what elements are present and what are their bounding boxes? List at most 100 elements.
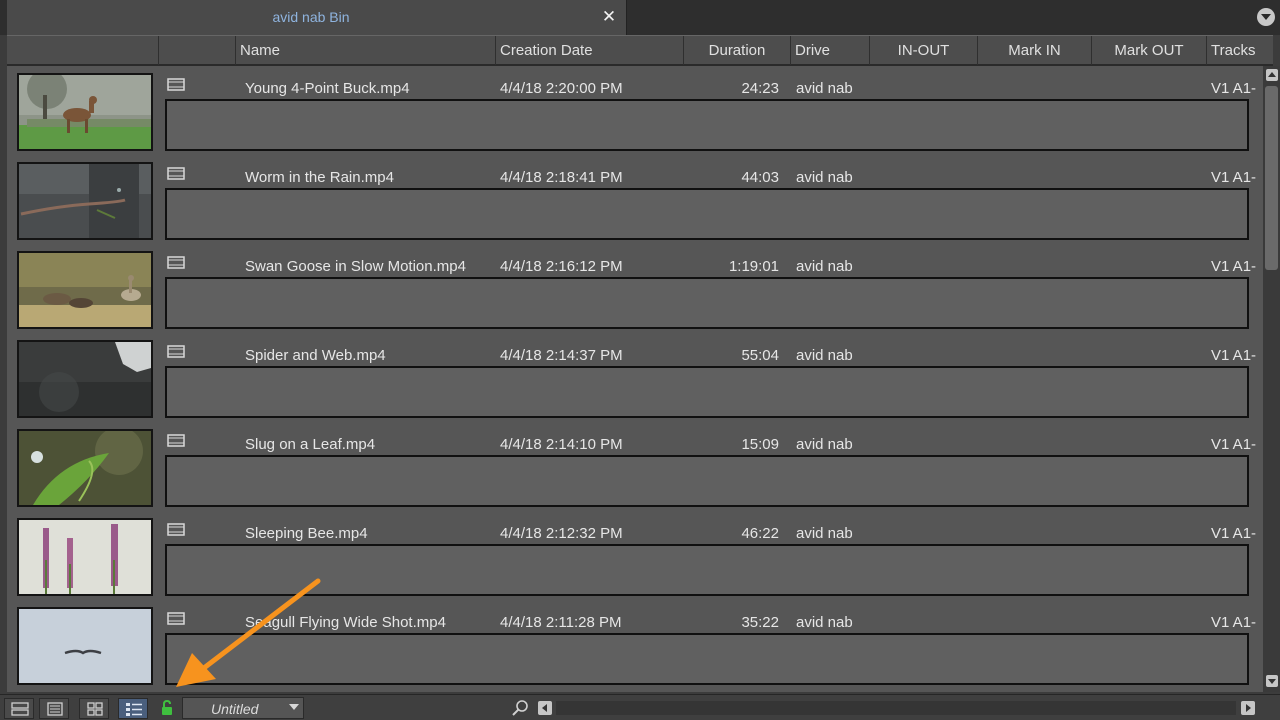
script-view-button[interactable] bbox=[118, 698, 148, 719]
clip-creation-date: 4/4/18 2:20:00 PM bbox=[500, 80, 623, 97]
bin-view-name: Untitled bbox=[211, 701, 259, 717]
clip-creation-date: 4/4/18 2:11:28 PM bbox=[500, 614, 622, 631]
scroll-left-icon[interactable] bbox=[538, 701, 552, 715]
clip-row[interactable]: Spider and Web.mp4 4/4/18 2:14:37 PM 55:… bbox=[7, 333, 1263, 421]
bin-tab[interactable]: avid nab Bin ✕ bbox=[7, 0, 627, 35]
clip-thumbnail-spider[interactable] bbox=[17, 340, 153, 418]
clip-name[interactable]: Worm in the Rain.mp4 bbox=[245, 169, 394, 186]
scrollbar-thumb[interactable] bbox=[1265, 86, 1278, 270]
clip-creation-date: 4/4/18 2:14:37 PM bbox=[500, 347, 623, 364]
header-thumbnail[interactable] bbox=[7, 36, 159, 65]
clip-thumbnail-leaf[interactable] bbox=[17, 429, 153, 507]
bin-view-dropdown[interactable]: Untitled bbox=[182, 697, 304, 719]
clip-drive: avid nab bbox=[796, 525, 853, 542]
clip-tracks: V1 A1- bbox=[1211, 436, 1257, 453]
scroll-right-icon[interactable] bbox=[1241, 701, 1255, 715]
film-clip-icon bbox=[167, 78, 185, 91]
header-name[interactable]: Name bbox=[236, 36, 496, 65]
clip-script-area[interactable] bbox=[165, 99, 1249, 151]
header-drive[interactable]: Drive bbox=[791, 36, 870, 65]
title-bar: avid nab Bin ✕ bbox=[0, 0, 1280, 35]
header-creation-date[interactable]: Creation Date bbox=[496, 36, 684, 65]
clip-row[interactable]: Seagull Flying Wide Shot.mp4 4/4/18 2:11… bbox=[7, 600, 1263, 688]
close-icon[interactable]: ✕ bbox=[599, 6, 619, 28]
clip-row[interactable]: Slug on a Leaf.mp4 4/4/18 2:14:10 PM 15:… bbox=[7, 422, 1263, 510]
clip-name[interactable]: Sleeping Bee.mp4 bbox=[245, 525, 368, 542]
brief-view-icon bbox=[11, 702, 29, 716]
clip-row[interactable]: Young 4-Point Buck.mp4 4/4/18 2:20:00 PM… bbox=[7, 66, 1263, 154]
clip-tracks: V1 A1- bbox=[1211, 80, 1257, 97]
vertical-scrollbar[interactable] bbox=[1263, 66, 1280, 692]
scroll-down-icon[interactable] bbox=[1266, 675, 1278, 687]
clip-tracks: V1 A1- bbox=[1211, 169, 1257, 186]
film-clip-icon bbox=[167, 256, 185, 269]
clip-duration: 46:22 bbox=[741, 525, 779, 542]
film-clip-icon bbox=[167, 434, 185, 447]
clip-tracks: V1 A1- bbox=[1211, 258, 1257, 275]
clip-name[interactable]: Seagull Flying Wide Shot.mp4 bbox=[245, 614, 446, 631]
clip-creation-date: 4/4/18 2:18:41 PM bbox=[500, 169, 623, 186]
clip-tracks: V1 A1- bbox=[1211, 347, 1257, 364]
script-view-icon bbox=[126, 703, 142, 716]
column-header-row: Name Creation Date Duration Drive IN-OUT… bbox=[7, 35, 1273, 66]
header-icon[interactable] bbox=[159, 36, 236, 65]
clip-tracks: V1 A1- bbox=[1211, 614, 1257, 631]
film-clip-icon bbox=[167, 167, 185, 180]
bin-bottom-bar: Untitled bbox=[0, 694, 1280, 720]
clip-creation-date: 4/4/18 2:16:12 PM bbox=[500, 258, 623, 275]
clip-drive: avid nab bbox=[796, 614, 853, 631]
bin-content: Young 4-Point Buck.mp4 4/4/18 2:20:00 PM… bbox=[7, 66, 1263, 692]
clip-name[interactable]: Swan Goose in Slow Motion.mp4 bbox=[245, 258, 466, 275]
scroll-up-icon[interactable] bbox=[1266, 69, 1278, 81]
clip-thumbnail-geese[interactable] bbox=[17, 251, 153, 329]
clip-duration: 44:03 bbox=[741, 169, 779, 186]
text-view-icon bbox=[47, 702, 63, 716]
clip-script-area[interactable] bbox=[165, 277, 1249, 329]
film-clip-icon bbox=[167, 612, 185, 625]
clip-thumbnail-deer[interactable] bbox=[17, 73, 153, 151]
clip-row[interactable]: Worm in the Rain.mp4 4/4/18 2:18:41 PM 4… bbox=[7, 155, 1263, 243]
text-view-button[interactable] bbox=[39, 698, 69, 719]
clip-drive: avid nab bbox=[796, 436, 853, 453]
clip-duration: 35:22 bbox=[741, 614, 779, 631]
clip-thumbnail-flowers[interactable] bbox=[17, 518, 153, 596]
film-clip-icon bbox=[167, 345, 185, 358]
clip-duration: 24:23 bbox=[741, 80, 779, 97]
chevron-down-icon[interactable] bbox=[1257, 8, 1275, 26]
clip-script-area[interactable] bbox=[165, 633, 1249, 685]
clip-name[interactable]: Young 4-Point Buck.mp4 bbox=[245, 80, 410, 97]
chevron-down-icon bbox=[289, 704, 299, 710]
search-icon[interactable] bbox=[511, 699, 529, 717]
frame-view-button[interactable] bbox=[79, 698, 109, 719]
header-in-out[interactable]: IN-OUT bbox=[870, 36, 978, 65]
bin-tab-title: avid nab Bin bbox=[272, 9, 350, 25]
clip-script-area[interactable] bbox=[165, 366, 1249, 418]
frame-view-icon bbox=[87, 702, 103, 716]
header-duration[interactable]: Duration bbox=[684, 36, 791, 65]
clip-row[interactable]: Sleeping Bee.mp4 4/4/18 2:12:32 PM 46:22… bbox=[7, 511, 1263, 599]
brief-view-button[interactable] bbox=[4, 698, 34, 719]
clip-duration: 15:09 bbox=[741, 436, 779, 453]
horizontal-scrollbar[interactable] bbox=[556, 701, 1236, 715]
clip-drive: avid nab bbox=[796, 80, 853, 97]
clip-name[interactable]: Slug on a Leaf.mp4 bbox=[245, 436, 375, 453]
lock-icon[interactable] bbox=[160, 700, 174, 716]
clip-script-area[interactable] bbox=[165, 188, 1249, 240]
clip-duration: 1:19:01 bbox=[728, 258, 779, 275]
clip-script-area[interactable] bbox=[165, 544, 1249, 596]
clip-drive: avid nab bbox=[796, 347, 853, 364]
film-clip-icon bbox=[167, 523, 185, 536]
clip-row[interactable]: Swan Goose in Slow Motion.mp4 4/4/18 2:1… bbox=[7, 244, 1263, 332]
clip-name[interactable]: Spider and Web.mp4 bbox=[245, 347, 386, 364]
clip-creation-date: 4/4/18 2:14:10 PM bbox=[500, 436, 623, 453]
clip-creation-date: 4/4/18 2:12:32 PM bbox=[500, 525, 623, 542]
clip-script-area[interactable] bbox=[165, 455, 1249, 507]
clip-thumbnail-worm[interactable] bbox=[17, 162, 153, 240]
clip-duration: 55:04 bbox=[741, 347, 779, 364]
header-mark-in[interactable]: Mark IN bbox=[978, 36, 1092, 65]
clip-thumbnail-seagull[interactable] bbox=[17, 607, 153, 685]
clip-drive: avid nab bbox=[796, 258, 853, 275]
clip-drive: avid nab bbox=[796, 169, 853, 186]
header-mark-out[interactable]: Mark OUT bbox=[1092, 36, 1207, 65]
header-tracks[interactable]: Tracks bbox=[1207, 36, 1273, 65]
